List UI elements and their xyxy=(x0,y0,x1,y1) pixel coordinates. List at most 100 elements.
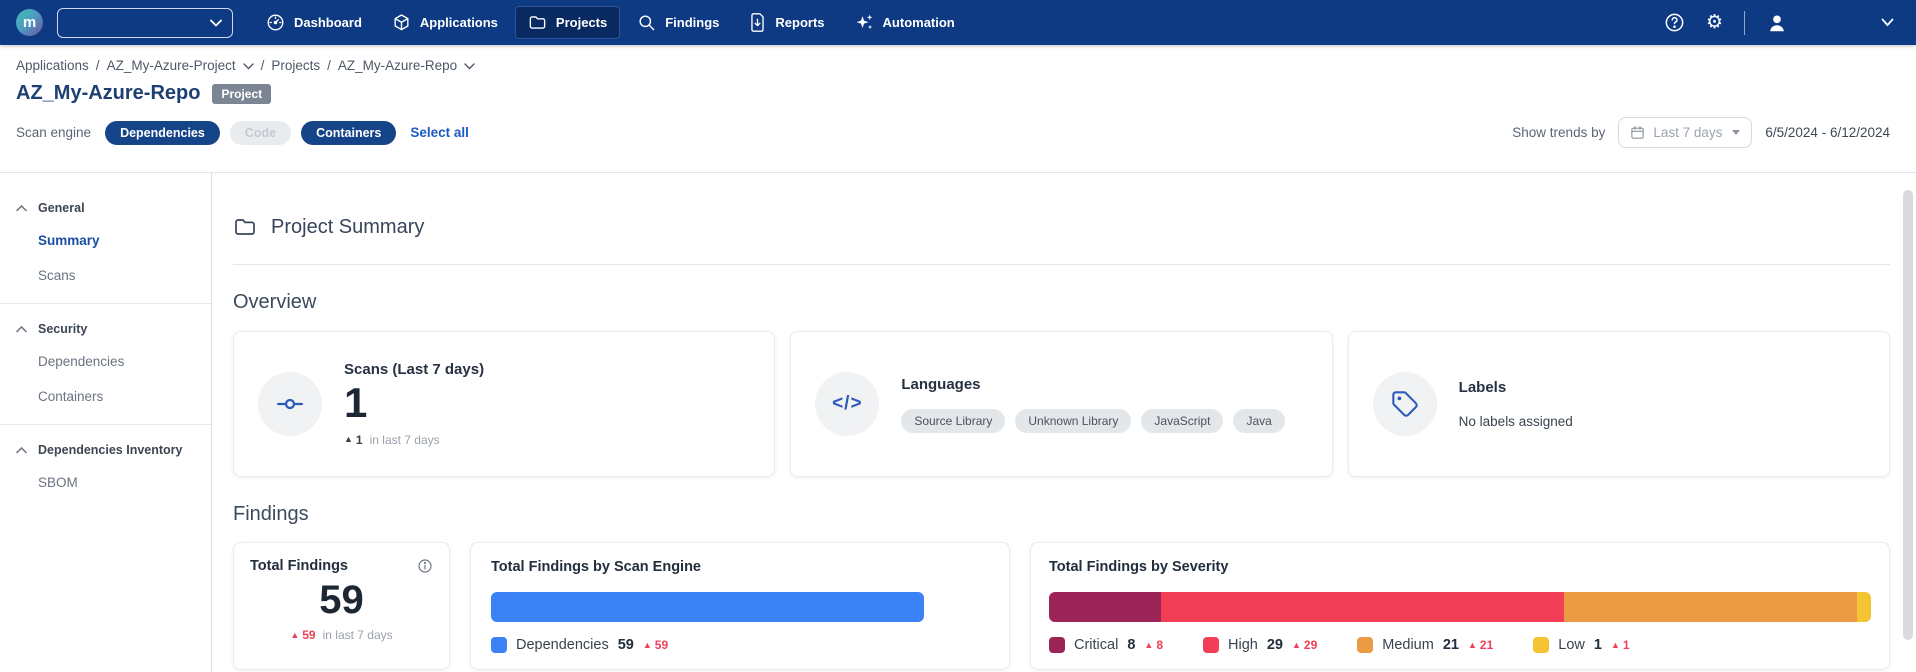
tag-icon xyxy=(1373,372,1437,436)
sidebar-item-dependencies[interactable]: Dependencies xyxy=(0,344,211,379)
severity-segment-high[interactable] xyxy=(1161,592,1565,622)
scan-engine-row: Scan engine Dependencies Code Containers… xyxy=(16,117,1900,148)
account-chevron-down-icon[interactable] xyxy=(1881,18,1894,27)
sidebar-item-containers[interactable]: Containers xyxy=(0,379,211,414)
card-title: Total Findings xyxy=(250,558,348,574)
folder-icon xyxy=(233,215,257,239)
legend-label: Medium xyxy=(1382,637,1434,653)
legend-label: High xyxy=(1228,637,1258,653)
language-tag: JavaScript xyxy=(1141,409,1223,433)
trend-up-icon: ▲ xyxy=(1468,641,1477,650)
folder-icon xyxy=(528,13,547,32)
code-glyph: </> xyxy=(832,393,862,415)
main-header-title: Project Summary xyxy=(271,216,424,239)
code-icon: </> xyxy=(815,372,879,436)
nav-right-controls: ⚙ xyxy=(1664,11,1900,35)
chevron-up-icon xyxy=(16,326,27,333)
search-icon xyxy=(637,13,656,32)
legend-value: 29 xyxy=(1267,637,1283,653)
total-trend-value: 59 xyxy=(302,628,315,642)
severity-segment-medium[interactable] xyxy=(1564,592,1857,622)
caret-down-icon xyxy=(1732,130,1740,135)
show-trends-label: Show trends by xyxy=(1512,125,1605,140)
page-header: Applications / AZ_My-Azure-Project / Pro… xyxy=(0,58,1916,173)
cube-icon xyxy=(392,13,411,32)
card-title: Total Findings by Scan Engine xyxy=(491,559,701,575)
total-findings-value: 59 xyxy=(250,578,433,623)
breadcrumb: Applications / AZ_My-Azure-Project / Pro… xyxy=(16,58,1900,73)
info-icon[interactable] xyxy=(417,558,433,574)
severity-segment-critical[interactable] xyxy=(1049,592,1161,622)
legend-value: 8 xyxy=(1127,637,1135,653)
legend-label: Low xyxy=(1558,637,1585,653)
select-all-link[interactable]: Select all xyxy=(410,125,469,140)
trend-up-icon: ▲ xyxy=(1292,641,1301,650)
section-label: General xyxy=(38,201,85,215)
project-selector-dropdown[interactable] xyxy=(57,8,233,38)
settings-gear-icon[interactable]: ⚙ xyxy=(1706,13,1723,32)
severity-segment-low[interactable] xyxy=(1857,592,1871,622)
sparkles-icon xyxy=(855,13,874,32)
sidebar-section-general[interactable]: General xyxy=(0,191,211,223)
language-tag: Unknown Library xyxy=(1015,409,1131,433)
nav-item-automation[interactable]: Automation xyxy=(842,6,968,39)
sidebar-section-dependencies-inventory[interactable]: Dependencies Inventory xyxy=(0,433,211,465)
legend-trend-value: 21 xyxy=(1480,638,1493,652)
chevron-up-icon xyxy=(16,205,27,212)
scan-commit-icon xyxy=(258,372,322,436)
chevron-down-icon xyxy=(210,19,222,27)
breadcrumb-repo[interactable]: AZ_My-Azure-Repo xyxy=(338,58,457,73)
overview-heading: Overview xyxy=(233,291,1890,314)
chevron-down-icon[interactable] xyxy=(464,63,475,70)
sidebar-section-security[interactable]: Security xyxy=(0,312,211,344)
trend-range-value: Last 7 days xyxy=(1653,125,1722,140)
nav-item-dashboard[interactable]: Dashboard xyxy=(253,6,375,39)
nav-item-reports[interactable]: Reports xyxy=(736,6,837,39)
language-tag: Java xyxy=(1233,409,1284,433)
nav-item-projects[interactable]: Projects xyxy=(515,6,620,39)
breadcrumb-separator: / xyxy=(96,58,100,73)
legend-value: 21 xyxy=(1443,637,1459,653)
breadcrumb-applications[interactable]: Applications xyxy=(16,58,89,73)
severity-stacked-bar[interactable] xyxy=(1049,592,1871,622)
nav-label: Projects xyxy=(556,15,607,30)
engine-bar-chart[interactable] xyxy=(491,592,924,622)
calendar-icon xyxy=(1630,125,1645,140)
no-labels-text: No labels assigned xyxy=(1459,414,1573,429)
engine-pill-containers[interactable]: Containers xyxy=(301,121,396,145)
findings-by-severity-card: Total Findings by Severity Critical 8 xyxy=(1030,542,1890,670)
report-document-icon xyxy=(749,13,766,32)
chevron-down-icon[interactable] xyxy=(243,63,254,70)
trend-range-dropdown[interactable]: Last 7 days xyxy=(1618,117,1752,148)
breadcrumb-project[interactable]: AZ_My-Azure-Project xyxy=(107,58,236,73)
nav-label: Automation xyxy=(883,15,955,30)
card-title: Scans (Last 7 days) xyxy=(344,361,484,378)
left-sidebar: General Summary Scans Security Dependenc… xyxy=(0,173,212,672)
sidebar-item-sbom[interactable]: SBOM xyxy=(0,465,211,500)
breadcrumb-projects[interactable]: Projects xyxy=(271,58,320,73)
top-navbar: m Dashboard Applications xyxy=(0,0,1916,45)
breadcrumb-separator: / xyxy=(261,58,265,73)
trend-up-icon: ▲ xyxy=(1611,641,1620,650)
trend-suffix: in last 7 days xyxy=(370,433,440,447)
total-findings-card: Total Findings 59 ▲ 59 in last 7 days xyxy=(233,542,450,670)
main-nav-menu: Dashboard Applications Projects Findings xyxy=(253,6,968,39)
nav-item-findings[interactable]: Findings xyxy=(624,6,732,39)
main-panel: Project Summary Overview Scans (Last 7 d… xyxy=(212,173,1916,672)
engine-pill-dependencies[interactable]: Dependencies xyxy=(105,121,220,145)
languages-card: </> Languages Source Library Unknown Lib… xyxy=(790,331,1332,477)
trend-up-icon: ▲ xyxy=(290,631,299,640)
scans-value: 1 xyxy=(344,380,484,426)
user-avatar-icon[interactable] xyxy=(1766,12,1788,34)
sidebar-item-summary[interactable]: Summary xyxy=(0,223,211,258)
legend-label: Dependencies xyxy=(516,637,609,653)
scans-trend-value: 1 xyxy=(356,433,363,447)
legend-swatch xyxy=(1203,637,1219,653)
vertical-scrollbar[interactable] xyxy=(1903,190,1913,640)
nav-divider xyxy=(1744,11,1745,35)
sidebar-item-scans[interactable]: Scans xyxy=(0,258,211,293)
nav-item-applications[interactable]: Applications xyxy=(379,6,511,39)
mend-logo-icon[interactable]: m xyxy=(16,9,43,36)
help-icon[interactable] xyxy=(1664,12,1685,33)
findings-heading: Findings xyxy=(233,503,1890,526)
